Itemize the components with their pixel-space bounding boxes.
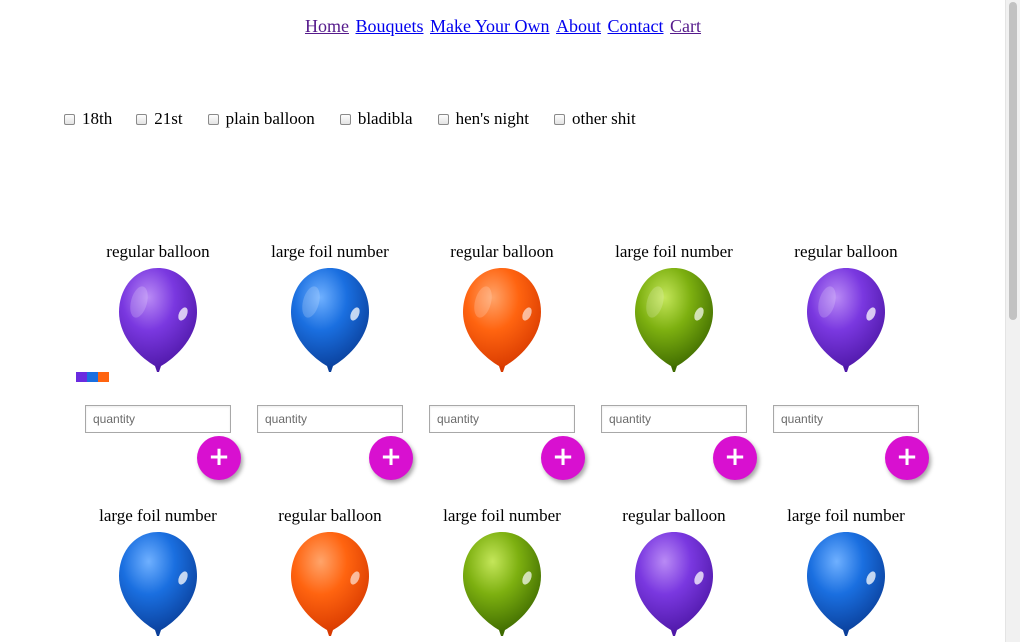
filter-18th[interactable]: 18th <box>64 109 112 129</box>
orange-balloon-icon <box>463 268 541 372</box>
color-swatches <box>76 372 109 382</box>
purple-balloon-icon <box>635 532 713 636</box>
product-card: large foil number <box>244 242 416 374</box>
purple-swatch <box>76 372 87 382</box>
scrollbar-thumb[interactable] <box>1009 2 1017 320</box>
quantity-input[interactable]: quantity <box>601 405 747 433</box>
filter-checkbox[interactable] <box>339 113 351 125</box>
filter-label: hen's night <box>455 109 529 128</box>
product-card: large foil number <box>588 242 760 374</box>
product-card: regular balloon <box>416 242 588 374</box>
quantity-input[interactable]: quantity <box>85 405 231 433</box>
filter-checkbox[interactable] <box>136 113 148 125</box>
product-card: regular balloon <box>588 506 760 638</box>
orange-balloon-icon <box>291 532 369 636</box>
product-card: regular balloon <box>760 242 932 374</box>
blue-swatch <box>87 372 98 382</box>
filter-checkbox[interactable] <box>64 113 75 125</box>
add-to-cart-button[interactable]: + <box>885 436 929 480</box>
nav-cart-link[interactable]: Cart <box>670 16 701 36</box>
product-card: large foil number <box>72 506 244 638</box>
filter-label: bladibla <box>357 109 413 128</box>
quantity-input[interactable]: quantity <box>257 405 403 433</box>
add-to-cart-button[interactable]: + <box>541 436 585 480</box>
product-card: regular balloon <box>244 506 416 638</box>
filter-21st[interactable]: 21st <box>136 109 183 129</box>
blue-balloon-icon <box>119 532 197 636</box>
filter-label: 18th <box>82 109 113 128</box>
filter-checkbox[interactable] <box>437 113 449 125</box>
nav-contact-link[interactable]: Contact <box>608 16 664 36</box>
product-title: regular balloon <box>450 242 554 261</box>
product-title: regular balloon <box>794 242 898 261</box>
product-title: regular balloon <box>622 506 726 525</box>
add-to-cart-button[interactable]: + <box>369 436 413 480</box>
filter-bladibla[interactable]: bladibla <box>339 109 413 129</box>
green-balloon-icon <box>635 268 713 372</box>
product-title: regular balloon <box>106 242 210 261</box>
product-title: large foil number <box>271 242 389 261</box>
product-card: regular balloon <box>72 242 244 374</box>
product-title: regular balloon <box>278 506 382 525</box>
nav-home-link[interactable]: Home <box>305 16 349 36</box>
nav-make-your-own-link[interactable]: Make Your Own <box>430 16 550 36</box>
purple-balloon-icon <box>807 268 885 372</box>
quantity-input[interactable]: quantity <box>429 405 575 433</box>
filter-hens-night[interactable]: hen's night <box>437 109 529 129</box>
filter-bar: 18th 21st plain balloon bladibla hen's n… <box>64 109 660 129</box>
filter-plain-balloon[interactable]: plain balloon <box>207 109 315 129</box>
filter-checkbox[interactable] <box>207 113 219 125</box>
orange-swatch <box>98 372 109 382</box>
product-title: large foil number <box>615 242 733 261</box>
quantity-input[interactable]: quantity <box>773 405 919 433</box>
nav-bouquets-link[interactable]: Bouquets <box>355 16 423 36</box>
blue-balloon-icon <box>291 268 369 372</box>
add-to-cart-button[interactable]: + <box>197 436 241 480</box>
filter-label: 21st <box>154 109 183 128</box>
product-title: large foil number <box>99 506 217 525</box>
product-title: large foil number <box>787 506 905 525</box>
filter-other[interactable]: other shit <box>554 109 636 129</box>
filter-checkbox[interactable] <box>554 113 565 125</box>
add-to-cart-button[interactable]: + <box>713 436 757 480</box>
purple-balloon-icon <box>119 268 197 372</box>
main-nav: Home Bouquets Make Your Own About Contac… <box>0 16 1006 37</box>
product-card: large foil number <box>760 506 932 638</box>
filter-label: other shit <box>572 109 636 128</box>
product-title: large foil number <box>443 506 561 525</box>
vertical-scrollbar[interactable] <box>1005 0 1020 642</box>
blue-balloon-icon <box>807 532 885 636</box>
filter-label: plain balloon <box>225 109 315 128</box>
product-card: large foil number <box>416 506 588 638</box>
nav-about-link[interactable]: About <box>556 16 601 36</box>
green-balloon-icon <box>463 532 541 636</box>
